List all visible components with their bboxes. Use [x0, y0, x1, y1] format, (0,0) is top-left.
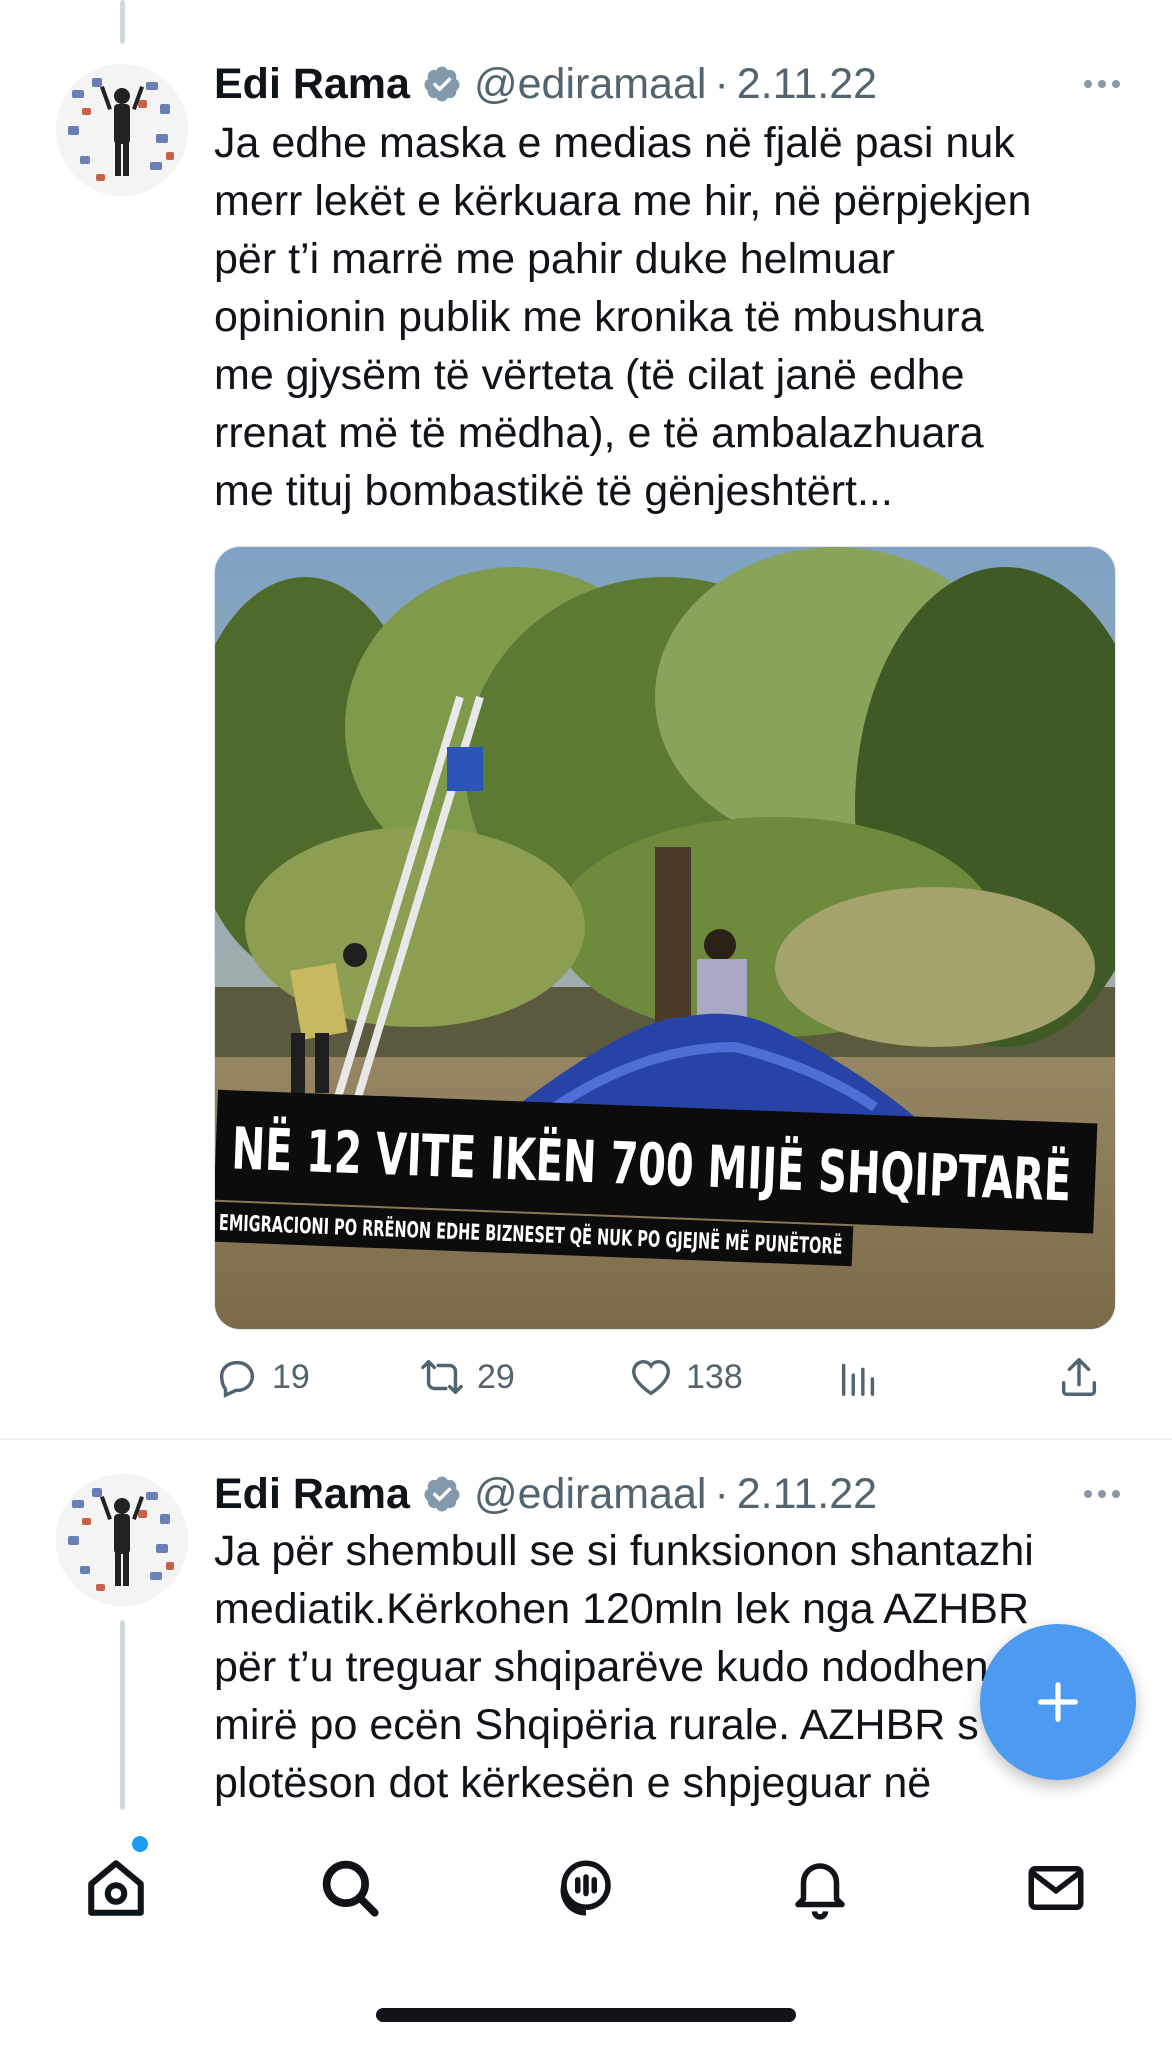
share-icon	[1061, 1358, 1097, 1396]
home-indicator[interactable]	[376, 2008, 796, 2022]
author-handle[interactable]: @ediramaal	[474, 1470, 706, 1519]
tweet-actions: 19 29 138	[214, 1348, 1114, 1408]
reply-count: 19	[272, 1357, 310, 1396]
tweet-date[interactable]: 2.11.22	[737, 1470, 877, 1519]
heart-icon	[632, 1359, 670, 1396]
tab-home[interactable]	[80, 1852, 152, 1924]
tweet-date[interactable]: 2.11.22	[737, 60, 877, 109]
tab-spaces[interactable]	[550, 1852, 622, 1924]
views-button[interactable]	[836, 1354, 882, 1400]
avatar-image	[56, 64, 188, 196]
avatar-image	[56, 1474, 188, 1606]
tab-notifications[interactable]	[784, 1852, 856, 1924]
like-button[interactable]: 138	[628, 1354, 743, 1400]
home-icon	[88, 1860, 144, 1916]
tweet-header: Edi Rama @ediramaal · 2.11.22	[214, 56, 1132, 112]
views-icon	[841, 1363, 875, 1396]
tweet-text: Ja edhe maska e medias në fjalë pasi nuk…	[214, 119, 1032, 515]
tweet-text: Ja për shembull se si funksionon shantaz…	[214, 1527, 1034, 1807]
compose-button[interactable]	[980, 1624, 1136, 1780]
like-count: 138	[686, 1357, 743, 1396]
verified-badge-icon	[422, 1474, 462, 1514]
reply-button[interactable]: 19	[214, 1354, 310, 1400]
separator-dot: ·	[714, 1469, 729, 1518]
verified-badge-icon	[422, 64, 462, 104]
more-icon[interactable]	[1072, 1466, 1132, 1522]
avatar[interactable]	[56, 64, 188, 196]
retweet-count: 29	[477, 1357, 515, 1396]
media-image: NË 12 VITE IKËN 700 MIJË SHQIPTARË EMIGR…	[215, 547, 1115, 1329]
tab-messages[interactable]	[1020, 1852, 1092, 1924]
plus-icon	[1038, 1682, 1078, 1722]
tweet-1[interactable]: Edi Rama @ediramaal · 2.11.22 Ja edhe ma…	[0, 0, 1172, 1440]
author-handle[interactable]: @ediramaal	[474, 60, 706, 109]
spaces-icon	[560, 1860, 611, 1916]
mail-icon	[1028, 1866, 1084, 1910]
more-icon[interactable]	[1072, 56, 1132, 112]
tweet-2[interactable]: Edi Rama @ediramaal · 2.11.22 Ja për she…	[0, 1440, 1172, 1810]
author-name[interactable]: Edi Rama	[214, 60, 410, 109]
bell-icon	[795, 1863, 845, 1920]
author-name[interactable]: Edi Rama	[214, 1470, 410, 1519]
tweet-media[interactable]: NË 12 VITE IKËN 700 MIJË SHQIPTARË EMIGR…	[214, 546, 1116, 1330]
search-icon	[322, 1860, 379, 1917]
home-notification-dot	[132, 1836, 148, 1852]
tweet-header: Edi Rama @ediramaal · 2.11.22	[214, 1466, 1132, 1522]
reply-icon	[219, 1360, 255, 1398]
retweet-icon	[421, 1359, 463, 1395]
avatar[interactable]	[56, 1474, 188, 1606]
retweet-button[interactable]: 29	[419, 1354, 515, 1400]
tab-search[interactable]	[314, 1852, 386, 1924]
share-button[interactable]	[1056, 1354, 1102, 1400]
separator-dot: ·	[714, 59, 729, 108]
